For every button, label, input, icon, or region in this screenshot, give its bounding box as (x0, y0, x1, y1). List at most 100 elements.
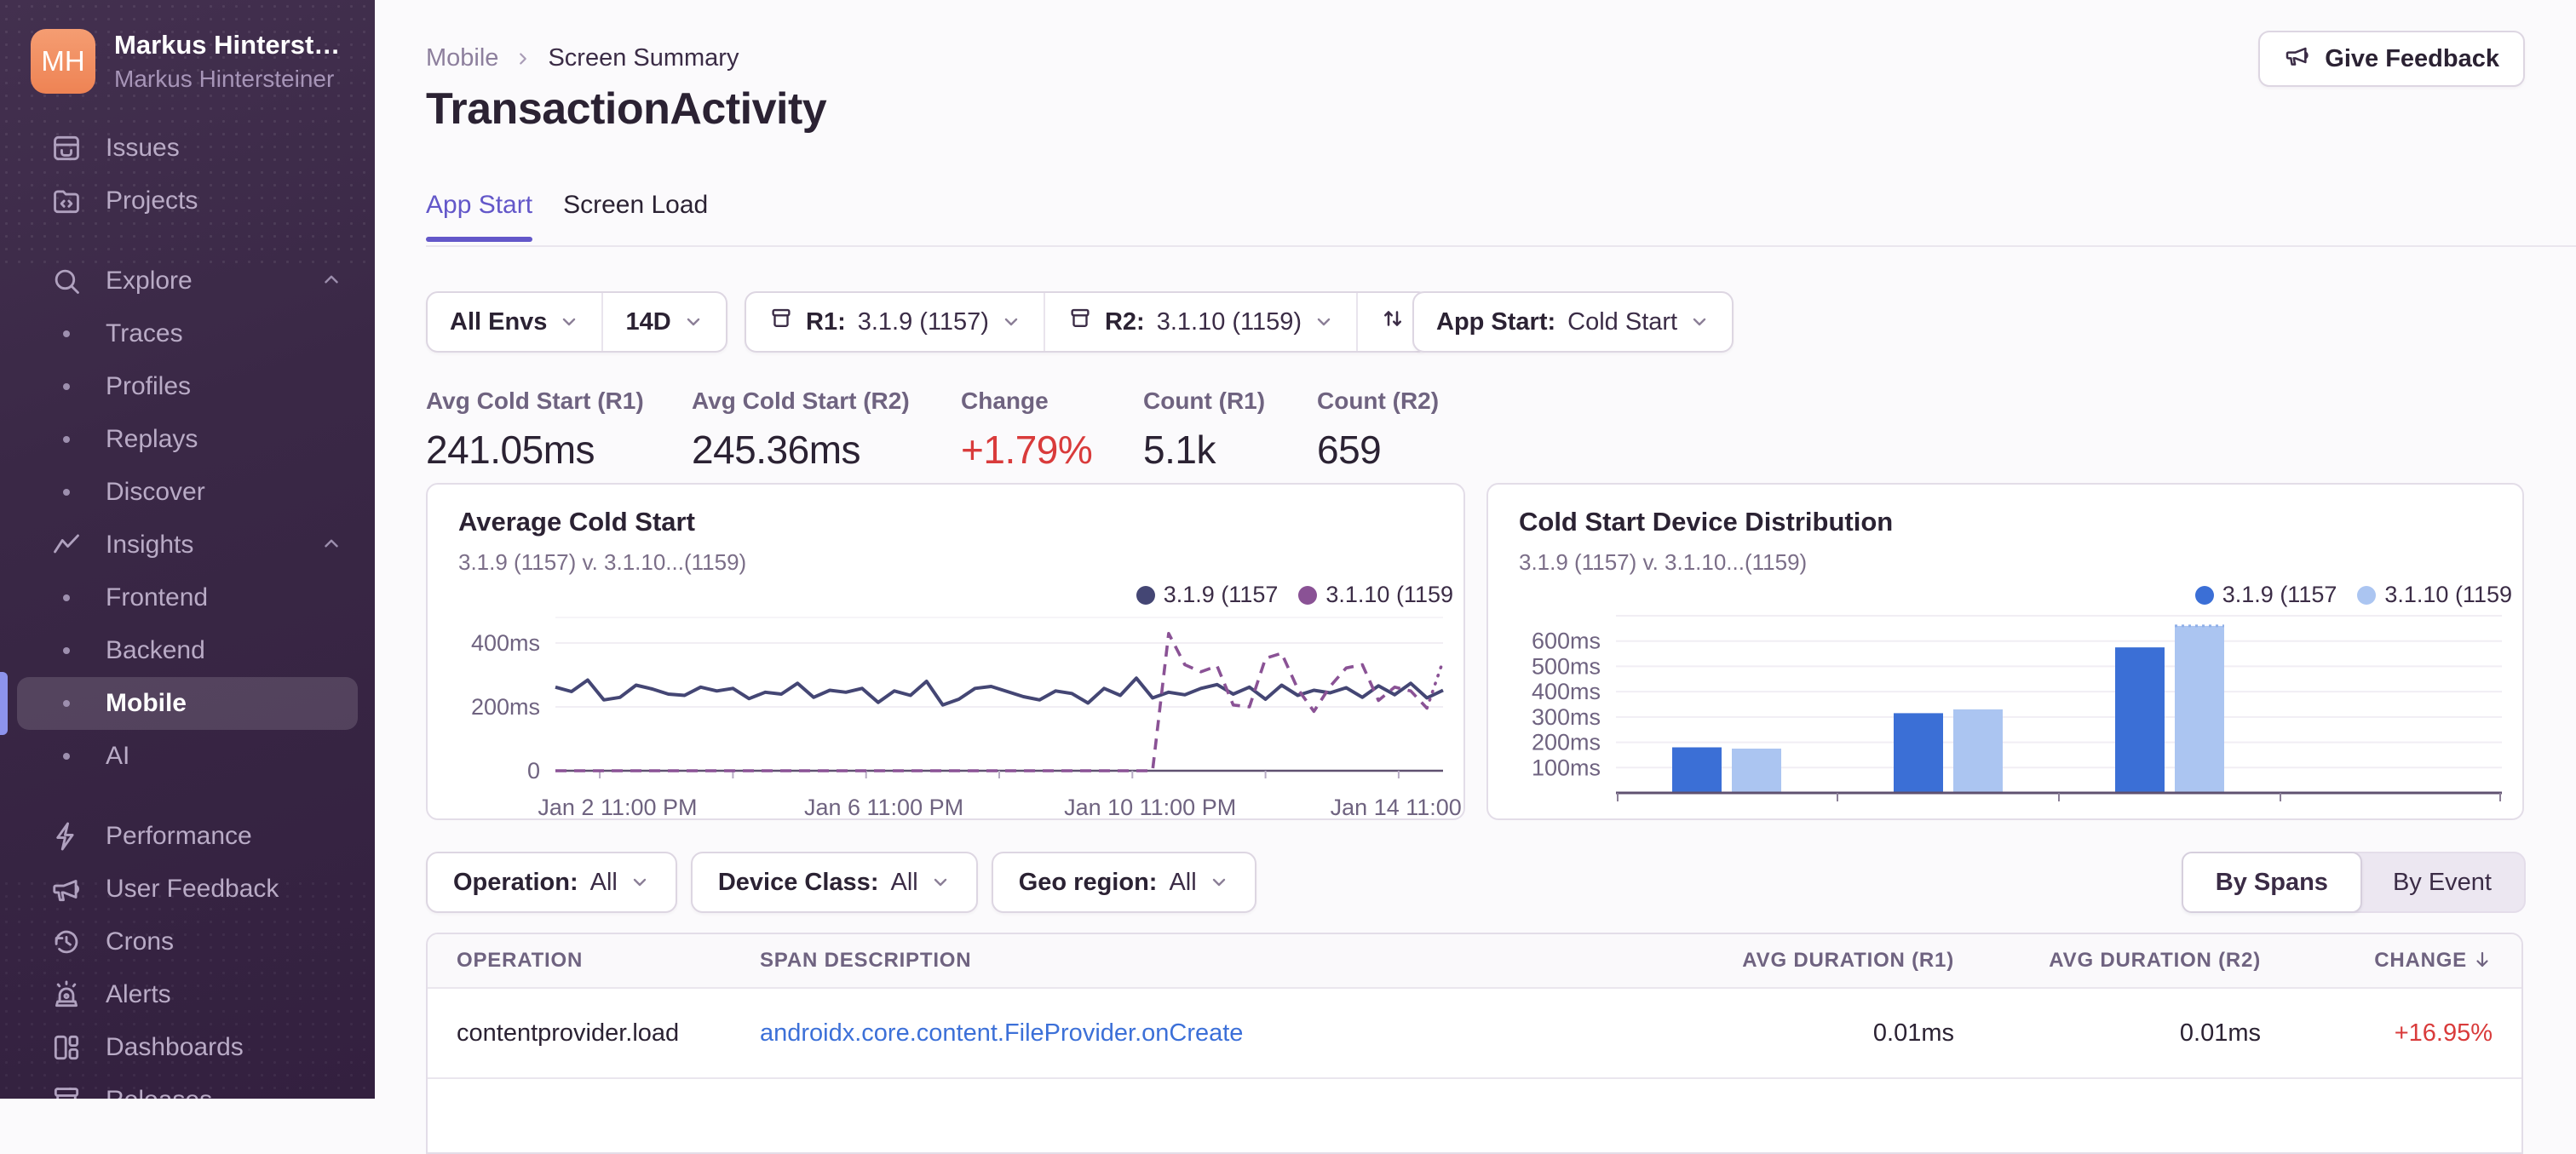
tab-app-start[interactable]: App Start (426, 191, 532, 242)
svg-text:200ms: 200ms (471, 694, 540, 720)
filter-value: All (1169, 869, 1196, 897)
legend-label[interactable]: 3.1.9 (1157 (2222, 582, 2337, 608)
appstart-type-group: App Start: Cold Start (1412, 291, 1734, 353)
breadcrumb-mobile[interactable]: Mobile (426, 44, 498, 72)
bar-chart-plot: 100ms200ms300ms400ms500ms600mshighmedium… (1616, 612, 2502, 817)
bullet-icon (48, 436, 85, 443)
org-switcher[interactable]: MH Markus Hinterst… Markus Hintersteiner (31, 29, 354, 94)
sidebar-item-replays[interactable]: Replays (17, 413, 358, 466)
sidebar-item-label: User Feedback (106, 875, 279, 904)
sidebar-item-backend[interactable]: Backend (17, 624, 358, 677)
column-header-avg-duration-r2-[interactable]: Avg Duration (R2) (1954, 949, 2261, 973)
sidebar-item-user-feedback[interactable]: User Feedback (17, 863, 358, 916)
release-compare-group: R1: 3.1.9 (1157) R2: 3.1.10 (1159) (745, 291, 1429, 353)
svg-text:600ms: 600ms (1532, 629, 1601, 654)
sidebar-item-label: Frontend (106, 583, 208, 612)
chevron-up-icon (320, 532, 342, 559)
sidebar-item-insights[interactable]: Insights (17, 519, 358, 571)
filter-label: Device Class: (718, 869, 879, 897)
sidebar-item-issues[interactable]: Issues (17, 122, 358, 175)
environment-filter[interactable]: All Envs (428, 293, 601, 351)
filter-geo-region-[interactable]: Geo region:All (992, 852, 1256, 913)
sidebar-item-label: Releases (106, 1086, 212, 1099)
filter-value: All (890, 869, 917, 897)
chevron-down-icon (1001, 312, 1021, 332)
legend-dot (2357, 586, 2376, 605)
performance-icon (48, 820, 85, 853)
column-header-span-description[interactable]: Span Description (760, 949, 1673, 973)
tab-screen-load[interactable]: Screen Load (563, 191, 708, 242)
toggle-by-spans[interactable]: By Spans (2182, 852, 2362, 913)
column-header-operation[interactable]: Operation (428, 949, 760, 973)
avatar: MH (31, 29, 95, 94)
chart-legend: 3.1.9 (1157 3.1.10 (1159 (2183, 582, 2512, 608)
cell-avg-duration-r2: 0.01ms (1954, 1019, 2261, 1048)
sidebar-item-alerts[interactable]: Alerts (17, 968, 358, 1021)
stat-label: Avg Cold Start (R1) (426, 388, 644, 415)
sidebar-item-label: Mobile (106, 689, 187, 718)
change-value: +16.95% (2395, 1019, 2493, 1047)
release-r1-selector[interactable]: R1: 3.1.9 (1157) (746, 293, 1044, 351)
sidebar-item-discover[interactable]: Discover (17, 466, 358, 519)
stat-value: 5.1k (1143, 427, 1265, 473)
bullet-icon (48, 647, 85, 654)
sidebar-item-label: Insights (106, 531, 193, 560)
sidebar: MH Markus Hinterst… Markus Hintersteiner… (0, 0, 375, 1099)
sidebar-item-performance[interactable]: Performance (17, 810, 358, 863)
sidebar-item-ai[interactable]: AI (17, 730, 358, 783)
legend-label[interactable]: 3.1.10 (1159 (2384, 582, 2512, 608)
toggle-by-event[interactable]: By Event (2360, 853, 2524, 911)
tabs-divider (426, 245, 2576, 247)
sidebar-item-releases[interactable]: Releases (17, 1074, 358, 1099)
sidebar-item-label: Projects (106, 187, 198, 215)
svg-text:100ms: 100ms (1532, 755, 1601, 780)
stat-count-r2-: Count (R2)659 (1317, 388, 1439, 473)
sidebar-item-mobile[interactable]: Mobile (17, 677, 358, 730)
sidebar-item-projects[interactable]: Projects (17, 175, 358, 227)
sidebar-item-label: Crons (106, 927, 174, 956)
sidebar-item-label: Backend (106, 636, 205, 665)
svg-text:Unknown: Unknown (2343, 815, 2440, 820)
legend-label[interactable]: 3.1.9 (1157 (1164, 582, 1279, 608)
main-content: Mobile Screen Summary Give Feedback Tran… (375, 0, 2576, 1099)
stat-change: Change+1.79% (961, 388, 1092, 473)
sidebar-item-crons[interactable]: Crons (17, 916, 358, 968)
filter-device-class-[interactable]: Device Class: All (691, 852, 978, 913)
sidebar-item-explore[interactable]: Explore (17, 255, 358, 307)
stat-label: Avg Cold Start (R2) (692, 388, 910, 415)
sort-arrow-down-icon (2467, 949, 2493, 972)
cell-avg-duration-r1: 0.01ms (1673, 1019, 1954, 1048)
appstart-type-filter[interactable]: App Start: Cold Start (1414, 293, 1732, 351)
page-title: TransactionActivity (426, 83, 826, 135)
release-r2-selector[interactable]: R2: 3.1.10 (1159) (1044, 293, 1356, 351)
bullet-icon (48, 700, 85, 707)
sidebar-item-label: Traces (106, 319, 183, 348)
column-header-change[interactable]: Change (2261, 949, 2521, 973)
give-feedback-button[interactable]: Give Feedback (2258, 31, 2525, 87)
sidebar-item-label: Dashboards (106, 1033, 244, 1062)
avg-cold-start-chart-card: Average Cold Start 3.1.9 (1157) v. 3.1.1… (426, 483, 1465, 820)
sidebar-item-dashboards[interactable]: Dashboards (17, 1021, 358, 1074)
table-row[interactable]: contentprovider.loadandroidx.core.conten… (428, 989, 2521, 1079)
svg-text:Jan 14 11:00 PM: Jan 14 11:00 PM (1331, 795, 1465, 820)
bullet-icon (48, 594, 85, 601)
svg-text:high: high (1705, 815, 1748, 820)
release-box-icon (1067, 306, 1093, 338)
span-description-link[interactable]: androidx.core.content.FileProvider.onCre… (760, 1019, 1243, 1047)
chevron-down-icon (683, 312, 704, 332)
bullet-icon (48, 489, 85, 496)
sidebar-item-profiles[interactable]: Profiles (17, 360, 358, 413)
sidebar-item-frontend[interactable]: Frontend (17, 571, 358, 624)
projects-icon (48, 185, 85, 217)
filter-operation-[interactable]: Operation:All (426, 852, 677, 913)
legend-label[interactable]: 3.1.10 (1159 (1325, 582, 1453, 608)
env-period-filter-group: All Envs 14D (426, 291, 727, 353)
column-header-avg-duration-r1-[interactable]: Avg Duration (R1) (1673, 949, 1954, 973)
period-filter[interactable]: 14D (601, 293, 725, 351)
filter-label: Operation: (453, 869, 578, 897)
sidebar-item-traces[interactable]: Traces (17, 307, 358, 360)
span-filters: Operation:AllDevice Class:AllGeo region:… (426, 852, 1256, 913)
stat-count-r1-: Count (R1)5.1k (1143, 388, 1265, 473)
chevron-down-icon (1209, 872, 1229, 893)
spans-event-toggle: By SpansBy Event (2182, 852, 2526, 913)
